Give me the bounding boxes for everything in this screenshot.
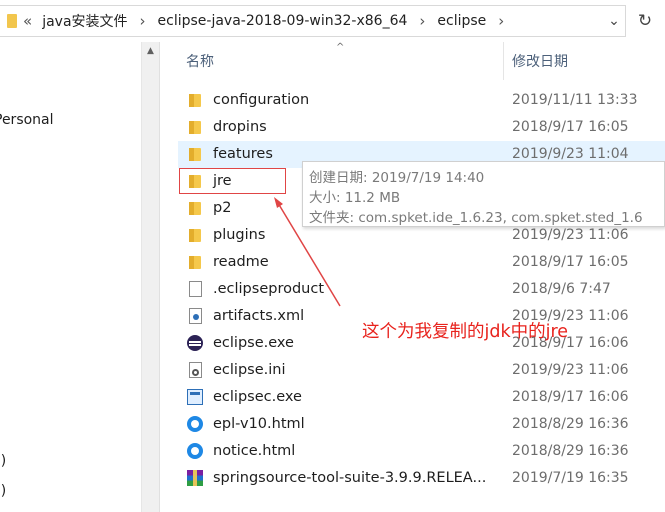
annotation-text: 这个为我复制的jdk中的jre <box>362 322 569 342</box>
annotation-arrow <box>274 197 341 307</box>
